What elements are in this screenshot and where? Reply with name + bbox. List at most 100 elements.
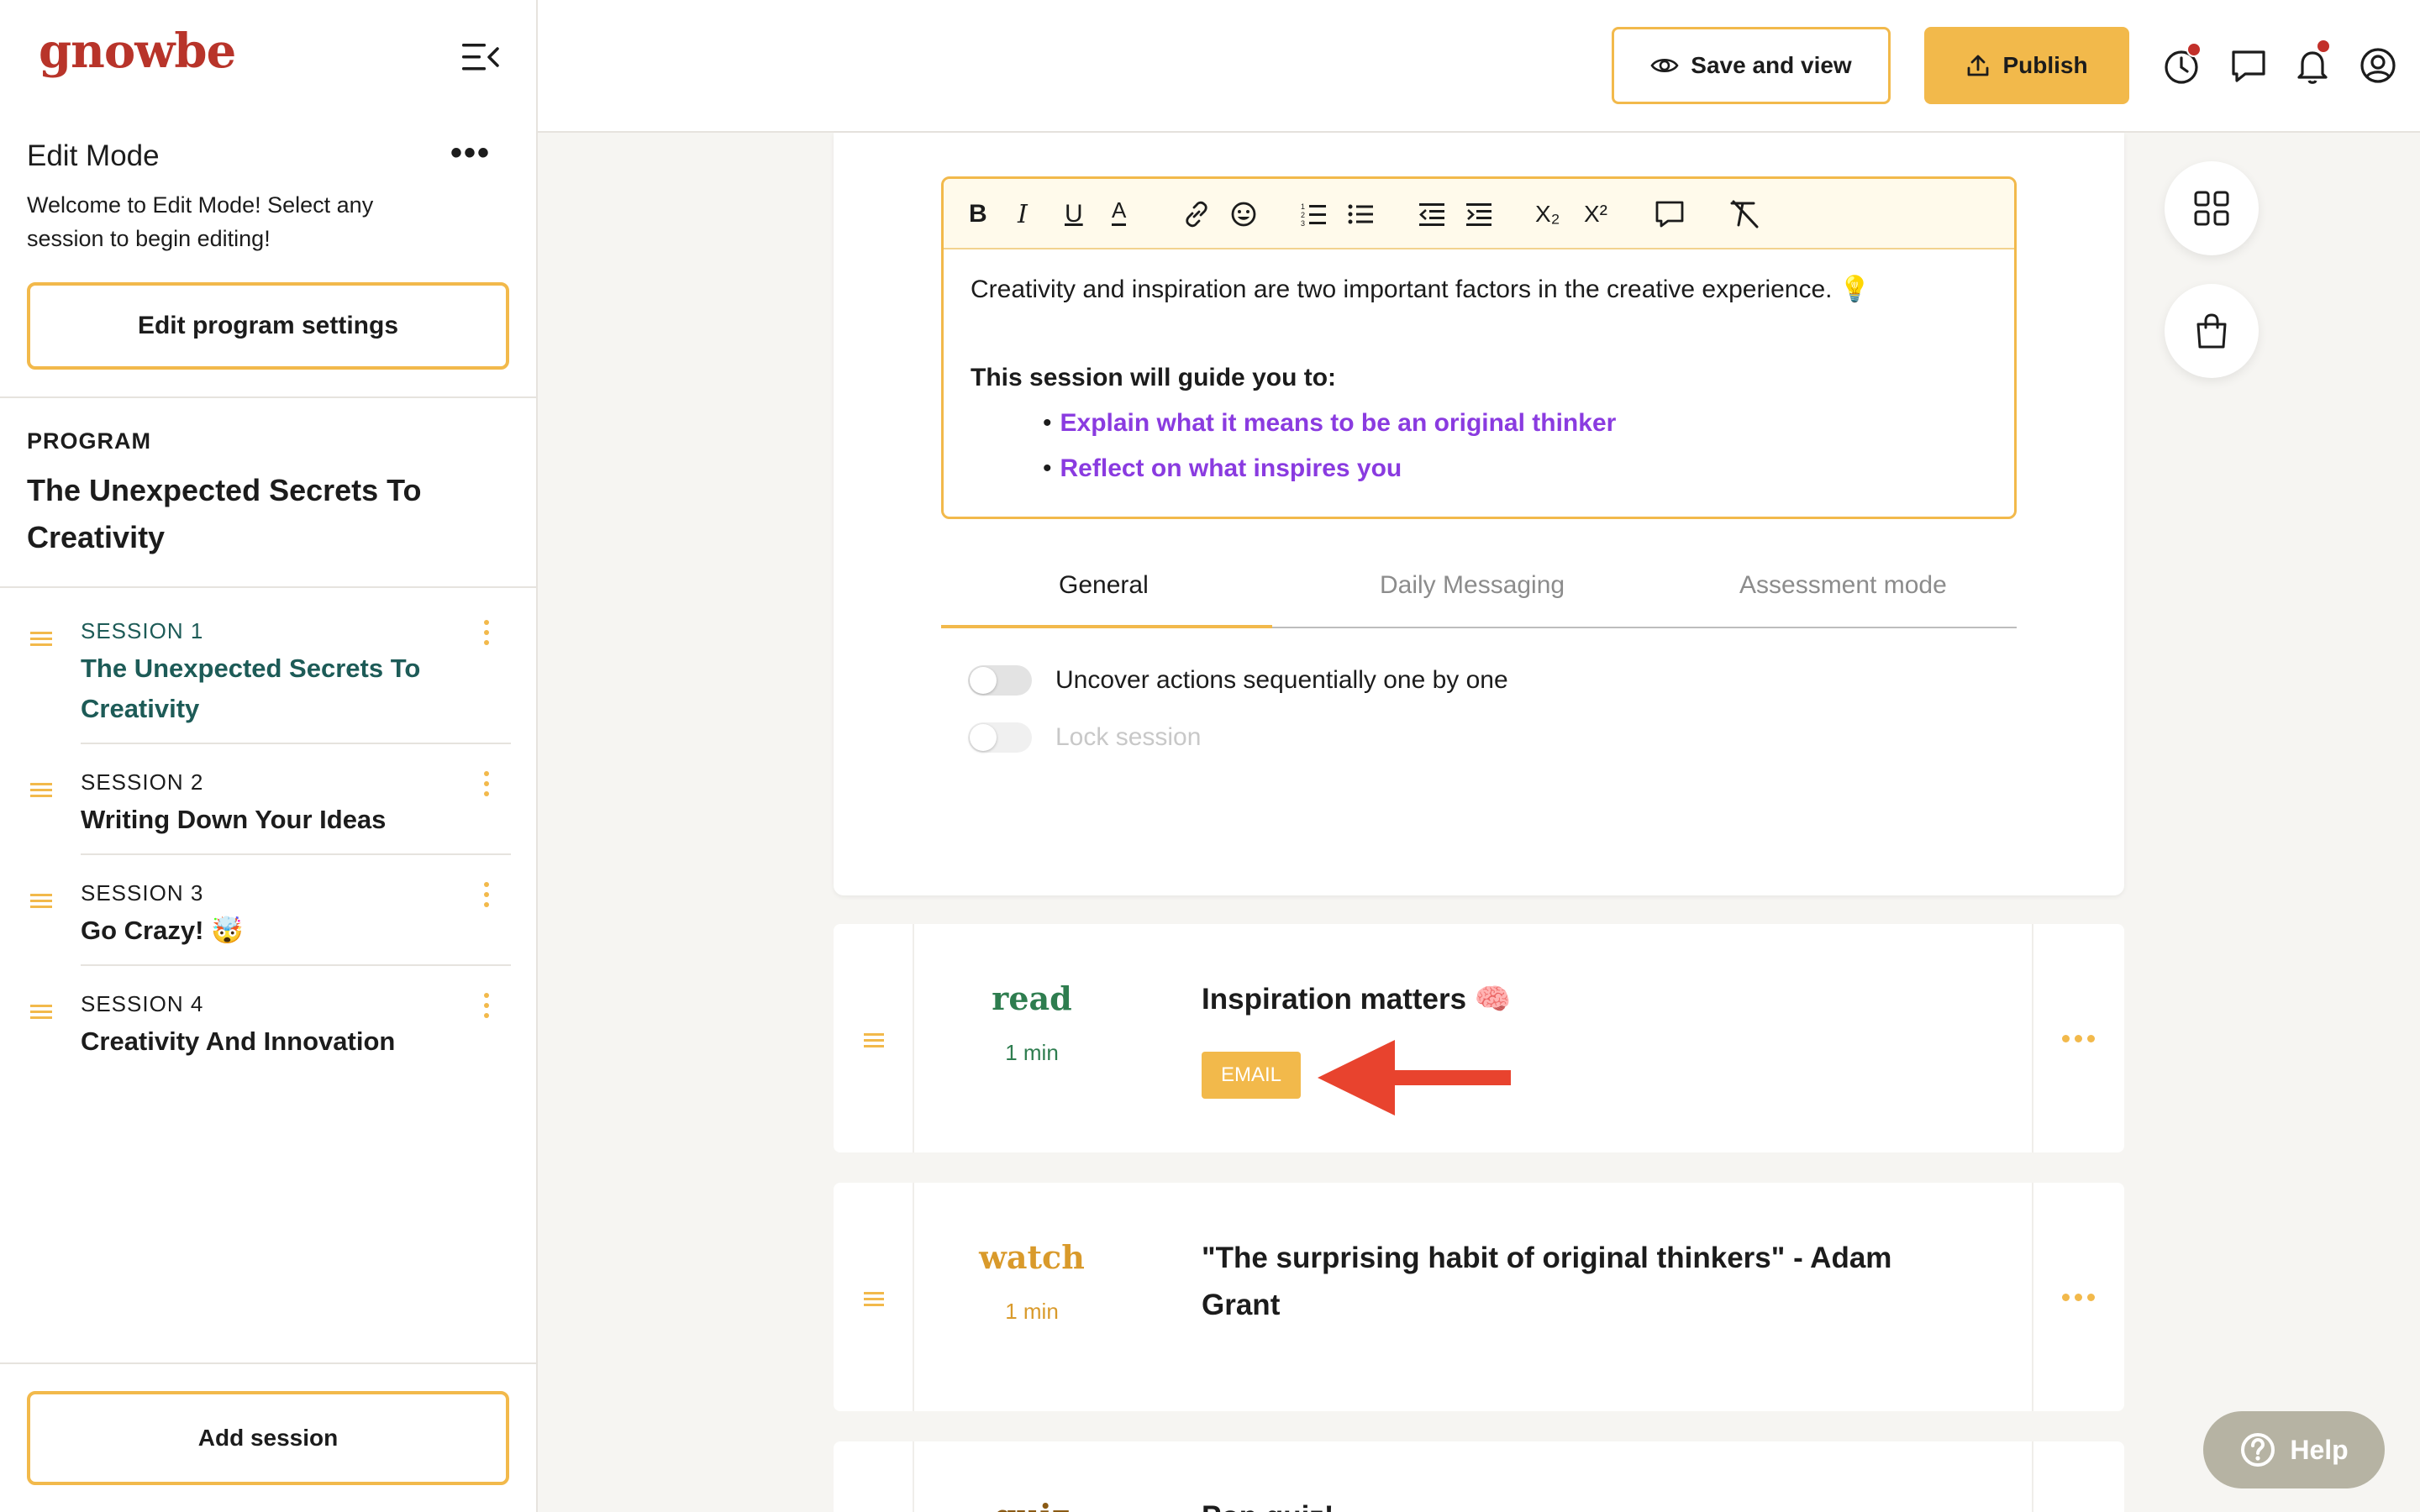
content-title[interactable]: "The surprising habit of original thinke… [1202, 1235, 1941, 1329]
session-name: The Unexpected Secrets To Creativity [81, 654, 421, 723]
bullet-list-icon[interactable] [1347, 197, 1376, 231]
session-divider [81, 743, 511, 744]
objective-bullet[interactable]: Explain what it means to be an original … [1043, 409, 1617, 438]
indent-icon[interactable] [1465, 197, 1493, 231]
session-label: SESSION 4 [81, 991, 204, 1016]
program-label: PROGRAM [27, 428, 151, 454]
editor-intro-text: Creativity and inspiration are two impor… [971, 276, 1871, 303]
editor-content[interactable]: Creativity and inspiration are two impor… [971, 273, 1996, 482]
drag-handle-icon[interactable] [30, 632, 52, 647]
session-label: SESSION 1 [81, 618, 204, 643]
edit-mode-title: Edit Mode [27, 139, 160, 172]
content-more-icon[interactable] [2062, 1294, 2095, 1301]
save-and-view-button[interactable]: Save and view [1612, 27, 1891, 104]
gnowbe-logo[interactable]: gnowbe [39, 24, 236, 79]
user-icon[interactable] [2358, 45, 2398, 86]
sidebar: gnowbe Edit Mode ••• Welcome to Edit Mod… [0, 0, 538, 1512]
collapse-sidebar-icon[interactable] [462, 42, 499, 72]
editor-heading: This session will guide you to: [971, 364, 1337, 391]
tab-assessment-mode[interactable]: Assessment mode [1739, 571, 1947, 600]
help-label: Help [2290, 1434, 2349, 1465]
session-menu-icon[interactable] [484, 993, 497, 1023]
underline-button[interactable]: U [1065, 197, 1083, 231]
shopping-bag-button[interactable] [2165, 284, 2259, 378]
upload-icon [1968, 55, 1989, 76]
content-type-label: read [992, 979, 1072, 1017]
outdent-icon[interactable] [1418, 197, 1446, 231]
session-divider [81, 964, 511, 966]
emoji-icon[interactable] [1229, 197, 1258, 231]
grid-icon [2194, 191, 2229, 226]
session-name: Go Crazy! 🤯 [81, 916, 244, 945]
italic-button[interactable]: I [1018, 197, 1028, 231]
svg-text:2: 2 [1301, 211, 1305, 219]
text-color-button[interactable]: A [1112, 197, 1127, 226]
sidebar-item-session-3[interactable]: SESSION 3 Go Crazy! 🤯 [0, 875, 536, 966]
uncover-sequential-setting: Uncover actions sequentially one by one [968, 665, 1508, 696]
add-session-button[interactable]: Add session [27, 1391, 509, 1485]
rich-text-editor[interactable]: B I U A 1 2 3 X₂ X² Creativity and inspi… [941, 176, 2017, 519]
session-menu-icon[interactable] [484, 620, 497, 650]
content-card-read[interactable]: read 1 min Inspiration matters 🧠 EMAIL [834, 924, 2124, 1152]
grid-view-button[interactable] [2165, 161, 2259, 255]
sidebar-item-session-2[interactable]: SESSION 2 Writing Down Your Ideas [0, 764, 536, 855]
uncover-sequential-label: Uncover actions sequentially one by one [1055, 666, 1508, 694]
edit-program-settings-button[interactable]: Edit program settings [27, 282, 509, 370]
ordered-list-icon[interactable]: 1 2 3 [1300, 197, 1328, 231]
link-icon[interactable] [1182, 197, 1211, 231]
comment-icon[interactable] [1655, 197, 1685, 231]
card-handle-strip [834, 1441, 914, 1512]
sidebar-divider [0, 586, 536, 588]
notification-badge-dot [2316, 39, 2331, 54]
sidebar-divider [0, 1362, 536, 1364]
session-divider [81, 853, 511, 855]
tab-daily-messaging[interactable]: Daily Messaging [1380, 571, 1565, 600]
help-button[interactable]: Help [2203, 1411, 2385, 1488]
red-arrow-annotation [1318, 1040, 1511, 1116]
lock-session-setting: Lock session [968, 722, 1201, 753]
session-label: SESSION 2 [81, 769, 204, 795]
chat-icon[interactable] [2228, 45, 2269, 86]
question-icon [2241, 1433, 2275, 1467]
sidebar-divider [0, 396, 536, 398]
objective-bullet[interactable]: Reflect on what inspires you [1043, 454, 1402, 483]
content-card-quiz[interactable]: quiz Pop quiz! [834, 1441, 2124, 1512]
shopping-bag-icon [2196, 313, 2227, 349]
eye-icon [1650, 58, 1679, 73]
drag-handle-icon[interactable] [30, 894, 52, 909]
superscript-button[interactable]: X² [1584, 197, 1607, 231]
content-title[interactable]: Inspiration matters 🧠 [1202, 976, 1941, 1023]
content-more-icon[interactable] [2062, 1035, 2095, 1042]
content-title[interactable]: Pop quiz! [1202, 1494, 1941, 1512]
drag-handle-icon[interactable] [864, 1033, 884, 1051]
email-tag-badge[interactable]: EMAIL [1202, 1052, 1301, 1099]
sidebar-item-session-1[interactable]: SESSION 1 The Unexpected Secrets To Crea… [0, 613, 536, 744]
editor-toolbar: B I U A 1 2 3 X₂ X² [944, 179, 2014, 249]
lock-session-label: Lock session [1055, 723, 1202, 751]
session-name: Creativity And Innovation [81, 1026, 396, 1056]
edit-mode-description: Welcome to Edit Mode! Select any session… [27, 192, 374, 251]
clear-format-icon[interactable] [1728, 197, 1760, 231]
svg-text:3: 3 [1301, 219, 1305, 228]
publish-button[interactable]: Publish [1924, 27, 2129, 104]
drag-handle-icon[interactable] [864, 1292, 884, 1310]
session-menu-icon[interactable] [484, 882, 497, 912]
content-type-label: quiz [948, 1497, 1116, 1512]
svg-text:1: 1 [1301, 202, 1305, 211]
tab-general[interactable]: General [1059, 571, 1149, 600]
content-card-watch[interactable]: watch 1 min "The surprising habit of ori… [834, 1183, 2124, 1411]
subscript-button[interactable]: X₂ [1535, 197, 1560, 231]
history-badge-dot [2186, 42, 2202, 57]
drag-handle-icon[interactable] [30, 1005, 52, 1020]
edit-mode-more-icon[interactable]: ••• [450, 134, 491, 172]
program-title: The Unexpected Secrets To Creativity [27, 473, 422, 554]
session-settings-tabs: General Daily Messaging Assessment mode [941, 556, 2017, 628]
bold-button[interactable]: B [969, 197, 987, 231]
content-type-label: watch [979, 1238, 1085, 1276]
session-name: Writing Down Your Ideas [81, 805, 387, 834]
sidebar-item-session-4[interactable]: SESSION 4 Creativity And Innovation [0, 986, 536, 1070]
drag-handle-icon[interactable] [30, 783, 52, 798]
session-menu-icon[interactable] [484, 771, 497, 801]
lock-session-toggle [968, 722, 1032, 753]
uncover-sequential-toggle[interactable] [968, 665, 1032, 696]
